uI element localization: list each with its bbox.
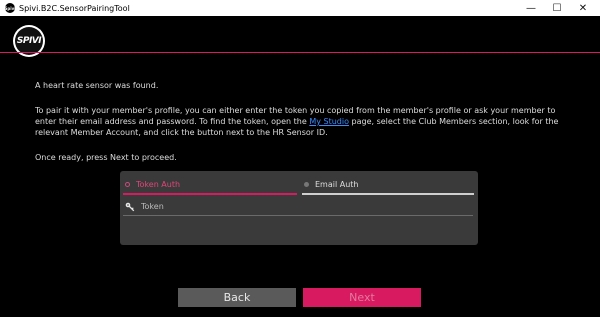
- header-divider: [0, 52, 600, 53]
- app-icon-text: Spivi: [4, 5, 16, 11]
- maximize-button[interactable]: ☐: [544, 0, 570, 16]
- my-studio-link[interactable]: My Studio: [309, 117, 349, 126]
- back-button[interactable]: Back: [178, 288, 296, 307]
- pairing-instructions: To pair it with your member's profile, y…: [35, 105, 565, 138]
- tab-email-auth[interactable]: Email Auth: [302, 175, 474, 195]
- app-window: Spivi Spivi.B2C.SensorPairingTool — ☐ ✕ …: [0, 0, 600, 317]
- key-icon: [125, 202, 135, 211]
- window-title: Spivi.B2C.SensorPairingTool: [19, 3, 130, 13]
- instructions-section: A heart rate sensor was found. To pair i…: [35, 80, 565, 174]
- close-button[interactable]: ✕: [570, 0, 596, 16]
- minimize-button[interactable]: —: [518, 0, 544, 16]
- email-auth-radio[interactable]: [304, 181, 309, 187]
- token-input[interactable]: [141, 202, 473, 211]
- email-auth-label: Email Auth: [315, 179, 359, 189]
- found-message: A heart rate sensor was found.: [35, 81, 159, 90]
- app-header: SPIVI: [0, 16, 600, 57]
- next-button[interactable]: Next: [303, 288, 421, 307]
- auth-panel: Token Auth Email Auth: [120, 171, 478, 245]
- token-auth-label: Token Auth: [136, 179, 181, 189]
- token-auth-radio[interactable]: [125, 181, 130, 187]
- title-bar: Spivi Spivi.B2C.SensorPairingTool — ☐ ✕: [0, 0, 600, 16]
- app-icon: Spivi: [4, 3, 16, 13]
- proceed-message: Once ready, press Next to proceed.: [35, 153, 177, 162]
- token-field-row: [123, 198, 473, 216]
- logo-text: SPIVI: [15, 27, 43, 55]
- tab-token-auth[interactable]: Token Auth: [123, 175, 297, 195]
